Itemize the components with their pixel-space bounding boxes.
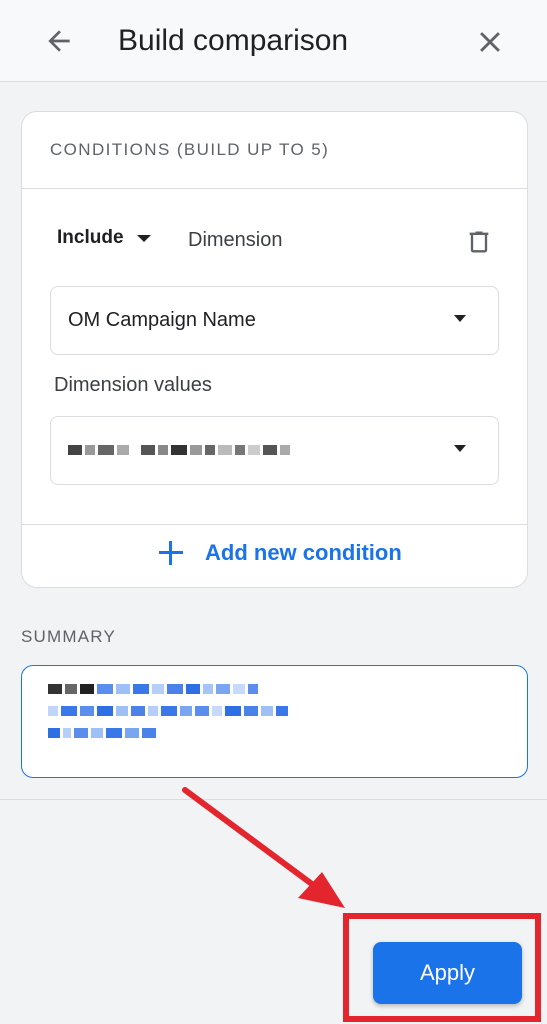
arrow-back-icon	[48, 30, 70, 52]
dimension-label: Dimension	[188, 229, 283, 251]
conditions-card-header: CONDITIONS (BUILD UP TO 5)	[22, 112, 527, 189]
add-condition-label: Add new condition	[205, 540, 402, 565]
dimension-select[interactable]: OM Campaign Name	[50, 286, 499, 355]
include-label: Include	[57, 227, 124, 248]
redacted-value	[68, 445, 290, 455]
chevron-down-icon	[136, 234, 151, 242]
panel-header: Build comparison	[0, 0, 547, 82]
conditions-card: CONDITIONS (BUILD UP TO 5) Include Dimen…	[21, 111, 528, 588]
dropdown-arrow-icon	[454, 445, 466, 452]
redacted-summary-line	[48, 728, 501, 738]
dropdown-arrow-icon	[454, 315, 466, 322]
trash-icon	[469, 231, 489, 253]
dimension-select-value: OM Campaign Name	[68, 309, 256, 331]
conditions-heading: CONDITIONS (BUILD UP TO 5)	[50, 140, 330, 159]
include-dropdown[interactable]: Include	[57, 227, 151, 249]
delete-condition-button[interactable]	[464, 227, 494, 257]
redacted-summary-line	[48, 684, 501, 694]
add-condition-button[interactable]: Add new condition	[157, 539, 402, 567]
plus-icon	[157, 539, 185, 567]
redacted-summary-line	[48, 706, 501, 716]
summary-box	[21, 665, 528, 778]
close-icon	[480, 32, 500, 52]
add-condition-row: Add new condition	[22, 524, 527, 588]
back-button[interactable]	[40, 22, 78, 60]
dimension-values-label: Dimension values	[54, 374, 212, 396]
close-button[interactable]	[470, 22, 510, 62]
annotation-arrow	[182, 787, 345, 908]
dimension-values-select[interactable]	[50, 416, 499, 485]
page-title: Build comparison	[118, 24, 349, 57]
annotation-highlight-box	[343, 913, 541, 1022]
condition-row: Include Dimension	[22, 227, 527, 259]
summary-label: SUMMARY	[21, 627, 116, 646]
